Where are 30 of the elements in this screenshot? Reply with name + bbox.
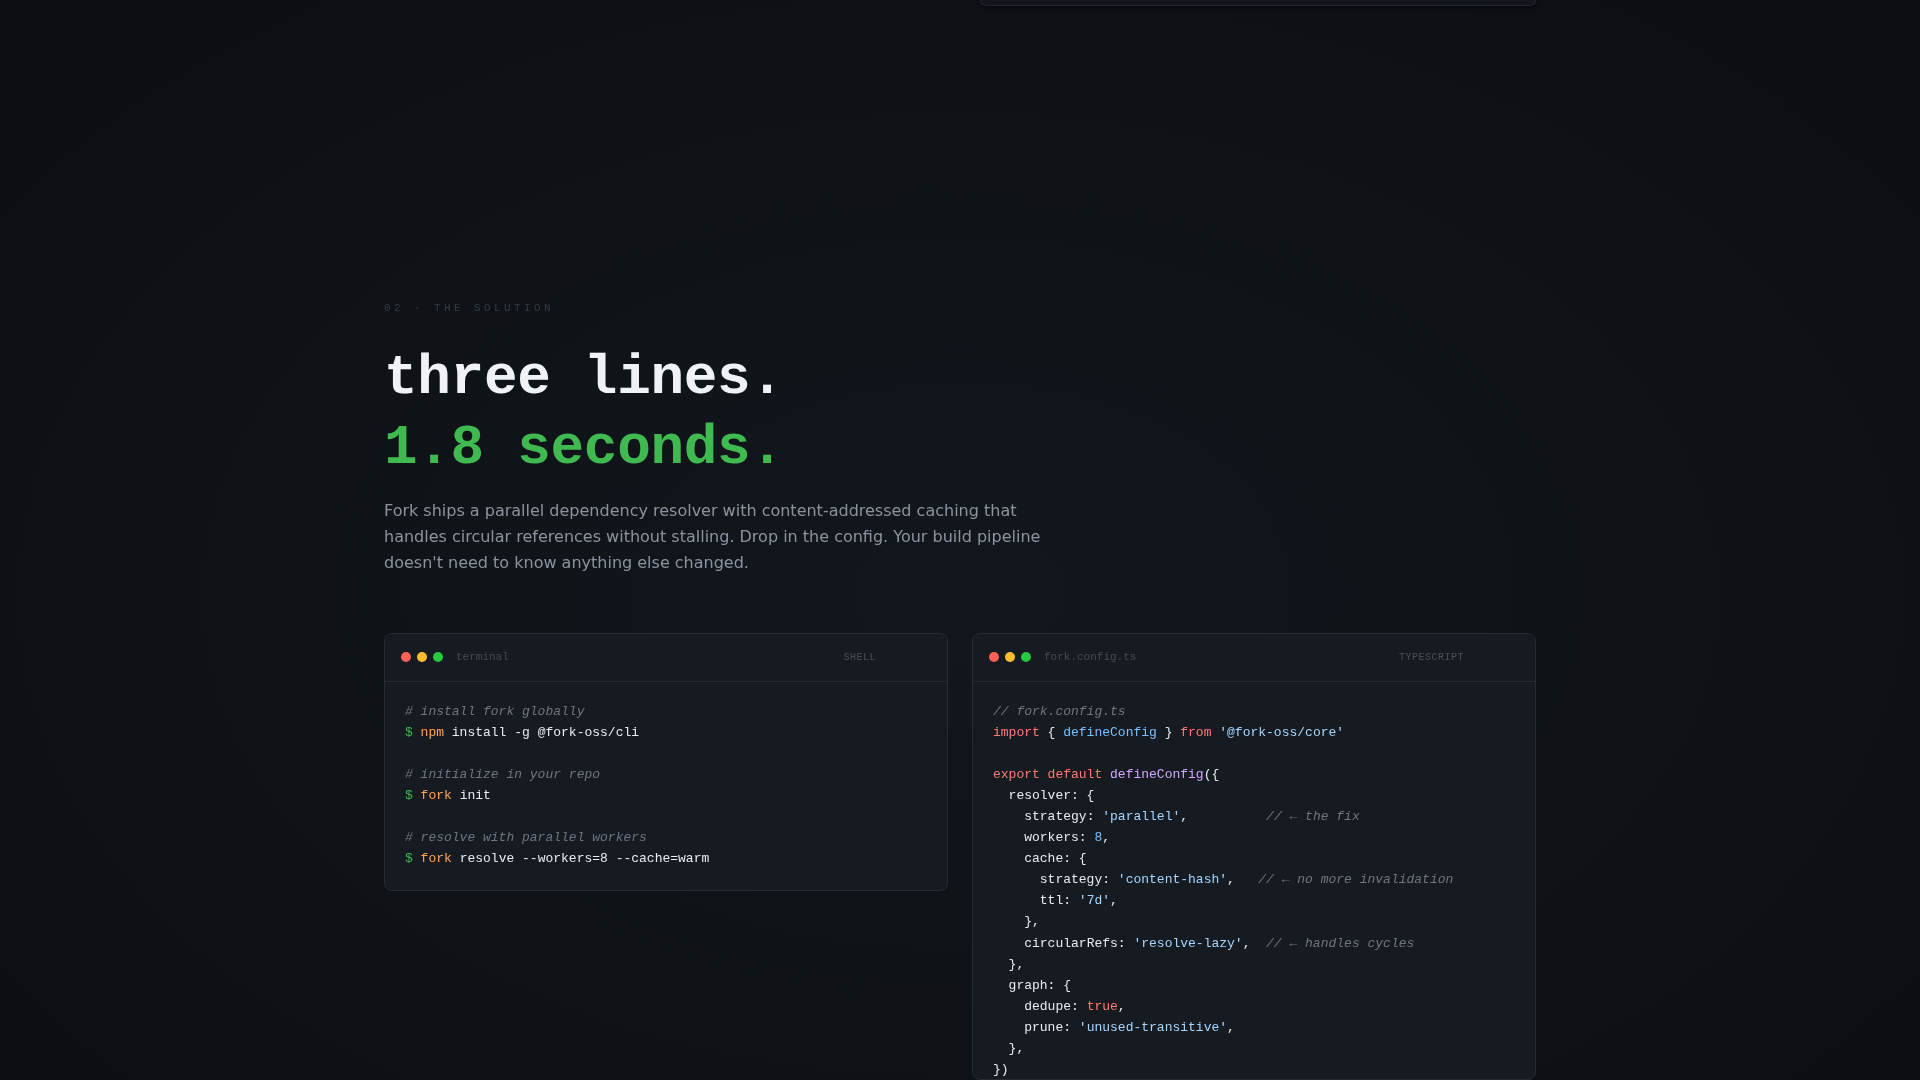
code-line: },: [1008, 956, 1025, 972]
code-line: },: [1008, 1041, 1025, 1056]
code-line: graph: {: [1008, 977, 1072, 993]
code-line: resolver: {: [1008, 787, 1095, 803]
language-label: SHELL: [843, 651, 876, 663]
code-line: }): [993, 1062, 1009, 1078]
code-line: strategy: 'parallel', // ← the fix: [1024, 808, 1360, 824]
code-line: strategy: 'content-hash', // ← no more invalidation: [1039, 872, 1454, 888]
code-line: $ npm install -g @fork-oss/cli: [405, 724, 640, 740]
code-line: cache: {: [1024, 851, 1087, 867]
code-line: dedupe: true,: [1024, 998, 1126, 1014]
code-comment: # initialize in your repo: [405, 766, 601, 782]
code-line: $ fork resolve --workers=8 --cache=warm: [405, 851, 710, 867]
code-comment: // fork.config.ts: [993, 703, 1126, 719]
description: Fork ships a parallel dependency resolver with content-addressed caching that handles circular references without stalling. Drop in the config. Your build pipeline doesn't need to know anything else changed.: [384, 499, 1042, 574]
code-line: $ fork init: [405, 787, 491, 803]
headline: 1.8 seconds.: [384, 415, 784, 482]
code-line: ttl: '7d',: [1039, 893, 1118, 909]
code-line: import { defineConfig } from '@fork-oss/core': [993, 724, 1345, 740]
code-comment: # resolve with parallel workers: [405, 830, 647, 846]
code-line: workers: 8,: [1024, 830, 1111, 846]
headline: three lines.: [384, 345, 784, 412]
code-comment: # install fork globally: [405, 703, 585, 719]
window-controls-icon: [401, 652, 443, 662]
code-line: },: [1024, 914, 1040, 930]
code-line: circularRefs: 'resolve-lazy', // ← handles cycles: [1024, 935, 1415, 951]
language-label: TYPESCRIPT: [1399, 651, 1464, 663]
code-line: export default defineConfig({: [993, 766, 1220, 782]
code-line: prune: 'unused-transitive',: [1024, 1019, 1235, 1035]
window-controls-icon: [989, 652, 1031, 662]
